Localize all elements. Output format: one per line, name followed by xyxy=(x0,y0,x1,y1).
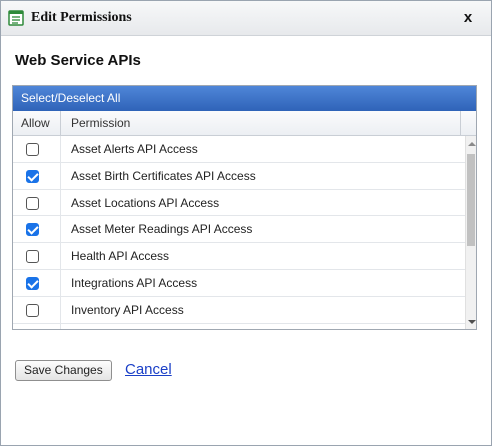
grid-rows: Asset Alerts API Access Asset Birth Cert… xyxy=(13,136,465,329)
dialog-title: Edit Permissions xyxy=(31,10,132,25)
table-row: Asset Meter Readings API Access xyxy=(13,216,465,244)
allow-cell xyxy=(13,162,61,189)
table-row: Asset Alerts API Access xyxy=(13,136,465,163)
permission-name: Inventory API Access xyxy=(71,302,184,317)
allow-cell xyxy=(13,216,61,243)
allow-cell xyxy=(13,269,61,296)
allow-checkbox[interactable] xyxy=(26,250,39,264)
column-header-permission[interactable]: Permission xyxy=(61,111,461,135)
allow-cell xyxy=(13,296,61,323)
permissions-grid: Select/Deselect All Allow Permission Ass… xyxy=(12,85,477,330)
cancel-link[interactable]: Cancel xyxy=(125,361,172,378)
allow-checkbox[interactable] xyxy=(26,143,39,156)
table-row: Inventory API Access xyxy=(13,296,465,324)
section-title: Web Service APIs xyxy=(15,52,141,69)
permission-name: Asset Birth Certificates API Access xyxy=(71,168,256,183)
permission-name: Asset Meter Readings API Access xyxy=(71,222,253,237)
permission-name: Asset Locations API Access xyxy=(71,195,220,210)
grid-header: Allow Permission xyxy=(13,111,476,136)
allow-checkbox[interactable] xyxy=(26,169,39,183)
close-button[interactable]: x xyxy=(459,8,477,28)
table-row: Asset Birth Certificates API Access xyxy=(13,162,465,190)
table-row: Health API Access xyxy=(13,243,465,270)
permission-name: Integrations API Access xyxy=(71,275,198,290)
allow-cell xyxy=(13,136,61,162)
allow-checkbox[interactable] xyxy=(26,223,39,237)
allow-cell xyxy=(13,189,61,216)
allow-cell xyxy=(13,243,61,269)
scroll-up-arrow-icon[interactable] xyxy=(467,138,476,150)
table-row: Integrations API Access xyxy=(13,269,465,297)
scroll-down-arrow-icon[interactable] xyxy=(467,316,476,328)
permission-name xyxy=(61,324,465,329)
dialog-titlebar: Edit Permissions x xyxy=(1,1,491,36)
edit-permissions-dialog: Edit Permissions x Web Service APIs Sele… xyxy=(0,0,492,446)
allow-checkbox[interactable] xyxy=(26,303,39,317)
save-changes-button[interactable]: Save Changes xyxy=(15,360,112,381)
allow-checkbox[interactable] xyxy=(26,196,39,210)
select-deselect-all-button[interactable]: Select/Deselect All xyxy=(13,86,476,111)
permission-name: Health API Access xyxy=(71,249,170,264)
allow-cell xyxy=(13,323,61,329)
permission-name: Asset Alerts API Access xyxy=(71,142,198,156)
vertical-scrollbar[interactable] xyxy=(465,136,476,329)
column-header-allow[interactable]: Allow xyxy=(13,111,61,135)
allow-checkbox[interactable] xyxy=(26,276,39,290)
table-row: Asset Locations API Access xyxy=(13,189,465,217)
table-row xyxy=(13,323,465,329)
scrollbar-thumb[interactable] xyxy=(467,154,475,246)
form-list-icon xyxy=(8,10,24,26)
